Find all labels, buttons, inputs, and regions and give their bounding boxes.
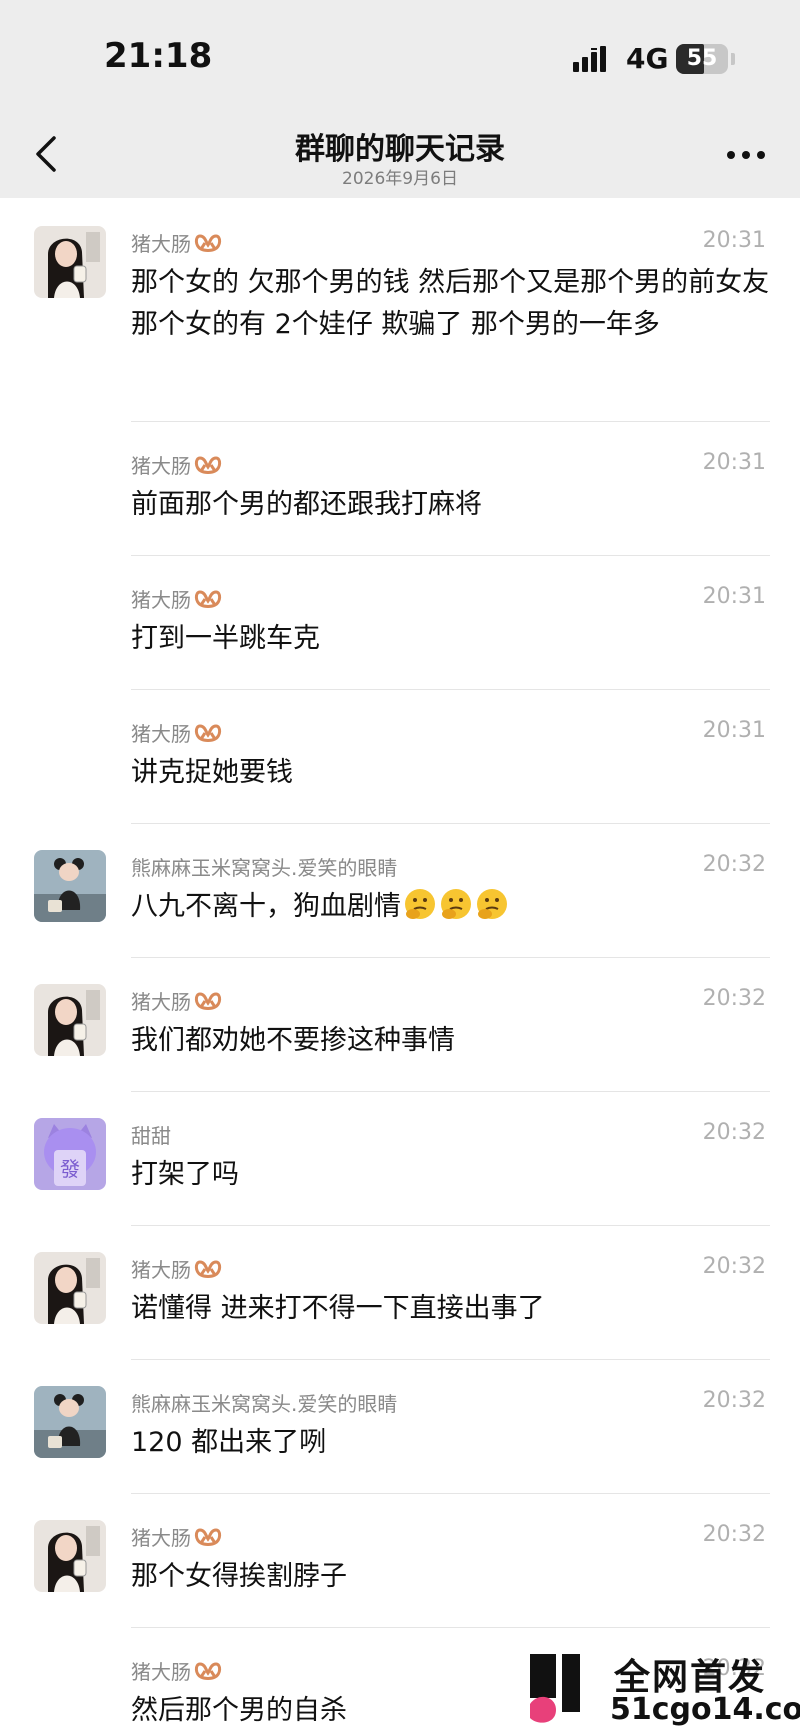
girl-avatar[interactable]	[34, 226, 106, 298]
watermark-url: 51cgo14.com	[610, 1692, 800, 1727]
message-time: 20:32	[702, 1120, 766, 1145]
message-item[interactable]: 猪大肠 20:32 我们都劝她不要掺这种事情	[0, 958, 800, 1092]
message-item[interactable]: 猪大肠 20:31 前面那个男的都还跟我打麻将	[0, 422, 800, 556]
message-item[interactable]: 熊麻麻玉米窝窝头.爱笑的眼睛 20:32 120 都出来了咧	[0, 1360, 800, 1494]
message-item[interactable]: 猪大肠 20:31 打到一半跳车克	[0, 556, 800, 690]
watermark: 全网首发 51cgo14.com	[526, 1648, 800, 1732]
sender-name: 猪大肠	[131, 450, 222, 479]
pretzel-icon	[194, 1660, 222, 1682]
girl-avatar[interactable]	[34, 1520, 106, 1592]
thinking-emoji-icon	[439, 887, 473, 921]
message-item[interactable]: 猪大肠 20:32 诺懂得 进来打不得一下直接出事了	[0, 1226, 800, 1360]
purple-cat-avatar[interactable]	[34, 1118, 106, 1190]
status-bar: 21:18 4G 55	[0, 0, 800, 110]
girl-cartoon-avatar[interactable]	[34, 850, 106, 922]
message-text: 我们都劝她不要掺这种事情	[131, 1025, 455, 1056]
message-text: 那个女的 欠那个男的钱 然后那个又是那个男的前女友 那个女的有 2个娃仔 欺骗了…	[131, 267, 770, 340]
sender-name: 猪大肠	[131, 986, 222, 1015]
message-text: 打到一半跳车克	[131, 623, 320, 654]
girl-cartoon-avatar[interactable]	[34, 1386, 106, 1458]
more-icon[interactable]	[726, 150, 766, 160]
pretzel-icon	[194, 990, 222, 1012]
sender-name: 熊麻麻玉米窝窝头.爱笑的眼睛	[131, 856, 398, 880]
thinking-emoji-icon	[403, 887, 437, 921]
message-text: 诺懂得 进来打不得一下直接出事了	[131, 1293, 545, 1324]
sender-name: 猪大肠	[131, 1522, 222, 1551]
message-text: 前面那个男的都还跟我打麻将	[131, 489, 482, 520]
message-item[interactable]: 甜甜 20:32 打架了吗	[0, 1092, 800, 1226]
girl-avatar[interactable]	[34, 984, 106, 1056]
page-title: 群聊的聊天记录	[295, 132, 505, 167]
message-text: 那个女得挨割脖子	[131, 1561, 347, 1592]
message-time: 20:32	[702, 852, 766, 877]
message-item[interactable]: 猪大肠 20:31 那个女的 欠那个男的钱 然后那个又是那个男的前女友 那个女的…	[0, 200, 800, 422]
watermark-logo-icon	[530, 1654, 580, 1723]
message-time: 20:31	[702, 718, 766, 743]
message-text: 120 都出来了咧	[131, 1427, 327, 1458]
pretzel-icon	[194, 1258, 222, 1280]
chat-date: 2026年9月6日	[342, 169, 458, 189]
status-time: 21:18	[104, 36, 213, 76]
battery-level: 55	[686, 46, 718, 71]
message-text: 打架了吗	[131, 1159, 239, 1190]
nav-bar: 群聊的聊天记录 2026年9月6日	[0, 110, 800, 198]
message-time: 20:31	[702, 228, 766, 253]
sender-name: 猪大肠	[131, 228, 222, 257]
message-text: 八九不离十，狗血剧情	[131, 886, 771, 928]
battery-icon: 55	[676, 44, 728, 74]
pretzel-icon	[194, 722, 222, 744]
sender-name: 猪大肠	[131, 1656, 222, 1685]
pretzel-icon	[194, 588, 222, 610]
message-item[interactable]: 熊麻麻玉米窝窝头.爱笑的眼睛 20:32 八九不离十，狗血剧情	[0, 824, 800, 958]
network-type: 4G	[626, 42, 669, 75]
girl-avatar[interactable]	[34, 1252, 106, 1324]
message-time: 20:31	[702, 584, 766, 609]
message-time: 20:32	[702, 1254, 766, 1279]
sender-name: 猪大肠	[131, 1254, 222, 1283]
message-time: 20:32	[702, 1522, 766, 1547]
sender-name: 猪大肠	[131, 718, 222, 747]
sender-name: 甜甜	[131, 1124, 171, 1148]
pretzel-icon	[194, 232, 222, 254]
signal-icon	[573, 46, 606, 72]
battery-tip	[731, 53, 735, 65]
pretzel-icon	[194, 454, 222, 476]
pretzel-icon	[194, 1526, 222, 1548]
message-time: 20:31	[702, 450, 766, 475]
thinking-emoji-icon	[475, 887, 509, 921]
message-text: 讲克捉她要钱	[131, 757, 293, 788]
sender-name: 猪大肠	[131, 584, 222, 613]
message-time: 20:32	[702, 986, 766, 1011]
message-time: 20:32	[702, 1388, 766, 1413]
message-item[interactable]: 猪大肠 20:32 那个女得挨割脖子	[0, 1494, 800, 1628]
sender-name: 熊麻麻玉米窝窝头.爱笑的眼睛	[131, 1392, 398, 1416]
message-item[interactable]: 猪大肠 20:31 讲克捉她要钱	[0, 690, 800, 824]
